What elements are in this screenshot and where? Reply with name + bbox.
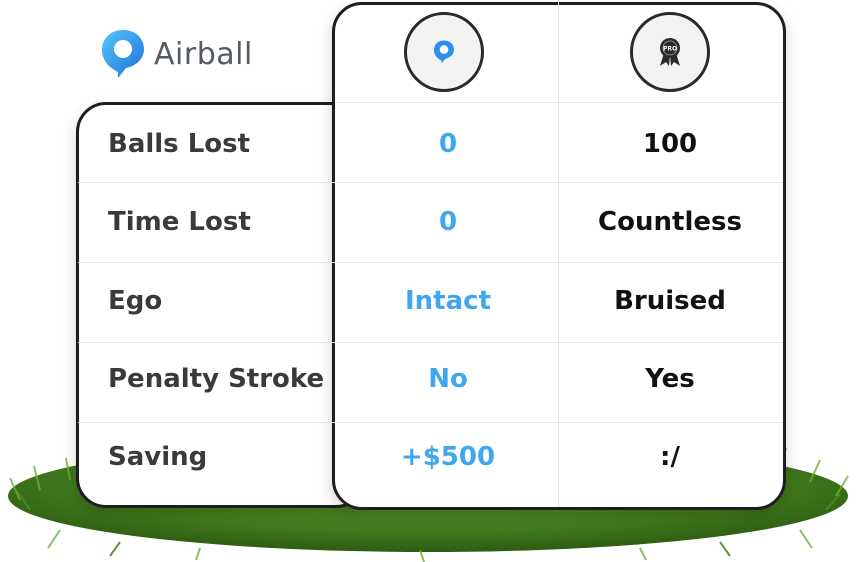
row-label-saving: Saving xyxy=(108,442,208,472)
airball-logo-icon xyxy=(102,30,144,78)
airball-logo-icon xyxy=(433,40,455,64)
airball-value: +$500 xyxy=(400,442,496,472)
airball-column-header xyxy=(404,12,484,92)
other-value: Countless xyxy=(598,207,742,237)
brand-name: Airball xyxy=(154,36,253,72)
brand-logo[interactable]: Airball xyxy=(100,28,253,80)
other-value: :/ xyxy=(660,442,680,472)
airball-value: Intact xyxy=(405,286,491,316)
other-value: 100 xyxy=(642,129,698,159)
row-divider xyxy=(336,102,783,103)
airball-value: 0 xyxy=(438,129,458,159)
row-label-penalty-stroke: Penalty Stroke xyxy=(108,364,325,394)
other-value: Bruised xyxy=(614,286,726,316)
row-label-ego: Ego xyxy=(108,286,163,316)
pro-column-header: PRO xyxy=(630,12,710,92)
airball-value: No xyxy=(428,364,468,394)
row-label-time-lost: Time Lost xyxy=(108,207,251,237)
pro-ribbon-icon: PRO xyxy=(660,38,680,66)
row-label-balls-lost: Balls Lost xyxy=(108,129,251,159)
other-value: Yes xyxy=(645,364,695,394)
airball-value: 0 xyxy=(438,207,458,237)
svg-text:PRO: PRO xyxy=(663,46,677,53)
